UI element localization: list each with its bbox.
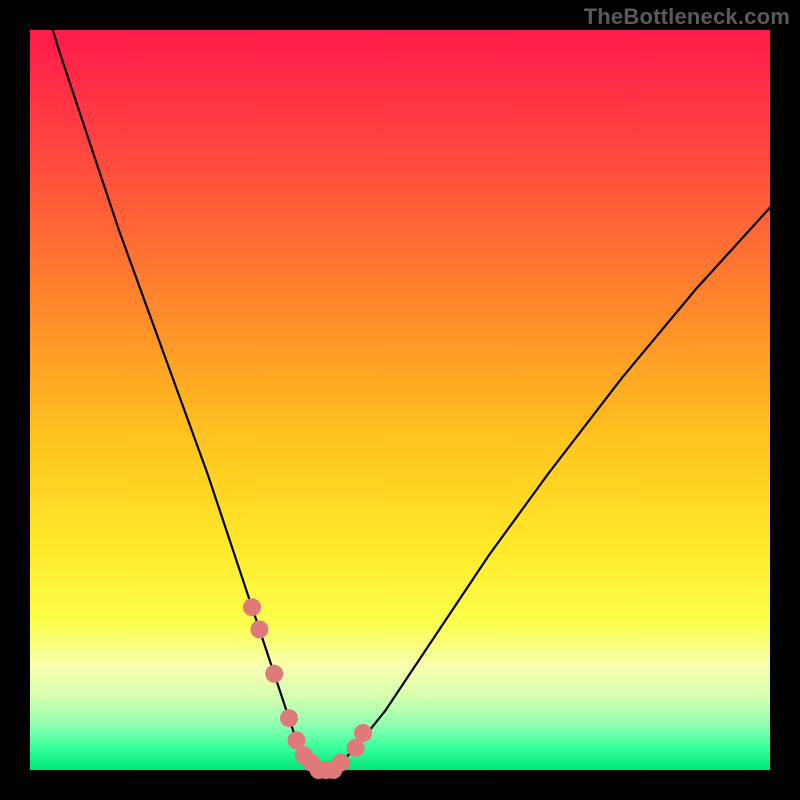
watermark-text: TheBottleneck.com	[584, 4, 790, 30]
highlight-marker	[250, 620, 268, 638]
highlight-marker	[280, 709, 298, 727]
curve-layer	[30, 30, 770, 770]
highlight-marker	[243, 598, 261, 616]
plot-area	[30, 30, 770, 770]
highlight-marker	[265, 665, 283, 683]
highlight-marker	[354, 724, 372, 742]
highlight-marker	[332, 754, 350, 772]
chart-frame: TheBottleneck.com	[0, 0, 800, 800]
bottleneck-curve	[30, 0, 770, 770]
